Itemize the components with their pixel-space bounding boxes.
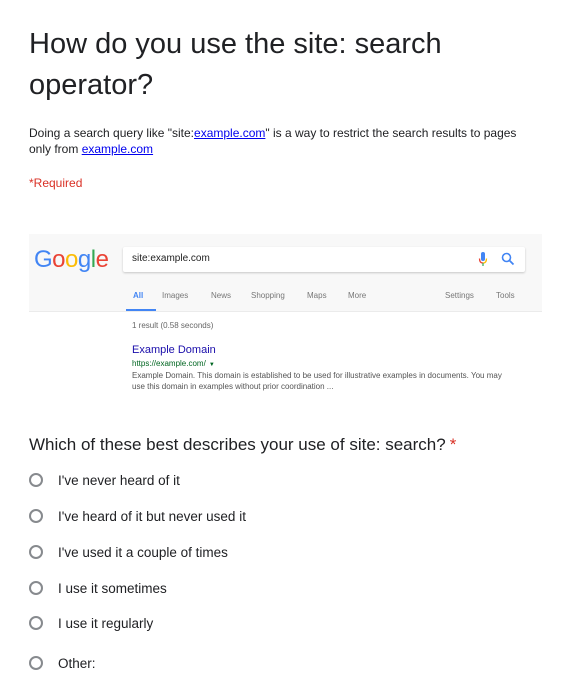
form-description: Doing a search query like "site:example.…	[29, 125, 539, 157]
tab-images: Images	[162, 291, 189, 300]
tab-all: All	[133, 291, 144, 300]
option-regularly[interactable]: I use it regularly	[29, 615, 429, 635]
search-query: site:example.com	[132, 253, 210, 264]
radio-button[interactable]	[29, 545, 43, 559]
description-link-example[interactable]: example.com	[194, 126, 265, 140]
required-marker: *	[449, 435, 457, 454]
search-icon	[501, 252, 515, 266]
tab-news: News	[211, 291, 232, 300]
option-label: I've never heard of it	[58, 473, 180, 488]
logo-letter: g	[77, 246, 91, 273]
required-note: *Required	[29, 176, 83, 190]
result-stats: 1 result (0.58 seconds)	[132, 321, 214, 330]
logo-letter: o	[65, 246, 78, 273]
radio-button[interactable]	[29, 473, 43, 487]
question-text: Which of these best describes your use o…	[29, 435, 446, 454]
form-title: How do you use the site: search operator…	[29, 28, 442, 101]
result-title: Example Domain	[132, 344, 216, 356]
tab-tools: Tools	[496, 291, 515, 300]
radio-button[interactable]	[29, 616, 43, 630]
tab-more: More	[348, 291, 367, 300]
caret-down-icon: ▼	[208, 362, 215, 368]
description-text: Doing a search query like "site:	[29, 126, 195, 140]
option-never-heard[interactable]: I've never heard of it	[29, 472, 429, 492]
result-url: https://example.com/▼	[132, 359, 215, 368]
radio-button[interactable]	[29, 656, 43, 670]
search-tabs: All Images News Shopping Maps More Setti…	[29, 291, 542, 311]
radio-button[interactable]	[29, 509, 43, 523]
microphone-icon	[478, 252, 488, 266]
logo-letter: G	[34, 246, 53, 273]
option-label: I've heard of it but never used it	[58, 509, 246, 524]
result-snippet: Example Domain. This domain is establish…	[132, 371, 502, 391]
logo-letter: o	[52, 246, 66, 273]
tab-maps: Maps	[307, 291, 327, 300]
embedded-search-screenshot: Google site:example.com All Images News …	[29, 234, 542, 404]
option-heard-never-used[interactable]: I've heard of it but never used it	[29, 508, 429, 528]
tab-settings: Settings	[445, 291, 474, 300]
question-title: Which of these best describes your use o…	[29, 435, 456, 455]
option-sometimes[interactable]: I use it sometimes	[29, 580, 429, 600]
result-url-text: https://example.com/	[132, 359, 206, 368]
option-couple-times[interactable]: I've used it a couple of times	[29, 544, 429, 564]
option-label: Other:	[58, 656, 96, 671]
search-box: site:example.com	[123, 247, 525, 272]
option-label: I've used it a couple of times	[58, 545, 228, 560]
logo-letter: e	[95, 246, 109, 273]
active-tab-indicator	[126, 309, 156, 311]
search-header: Google site:example.com All Images News …	[29, 234, 542, 312]
radio-button[interactable]	[29, 581, 43, 595]
description-link-example-2[interactable]: example.com	[82, 142, 153, 156]
option-label: I use it regularly	[58, 616, 154, 631]
option-other[interactable]: Other:	[29, 655, 429, 675]
option-label: I use it sometimes	[58, 581, 167, 596]
google-logo: Google	[34, 246, 109, 274]
tab-shopping: Shopping	[251, 291, 285, 300]
